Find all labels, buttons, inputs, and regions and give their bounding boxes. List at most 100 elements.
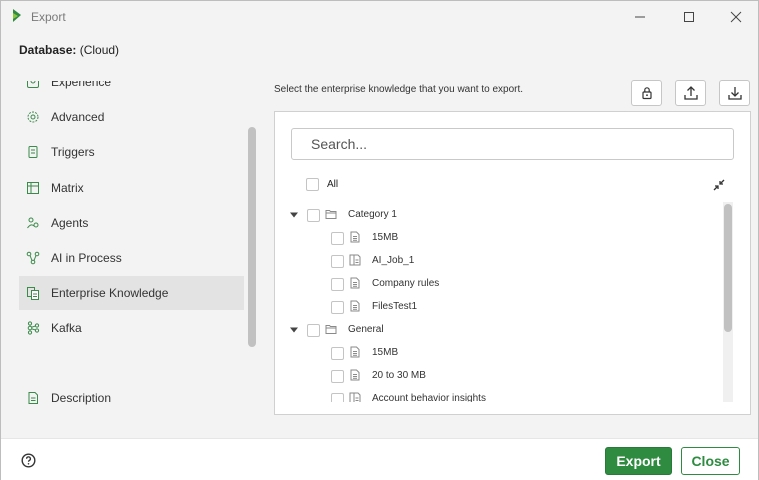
sidebar-item-matrix[interactable]: Matrix: [19, 171, 244, 205]
matrix-icon: [25, 180, 41, 196]
triggers-icon: [25, 144, 41, 160]
download-icon: [727, 87, 742, 100]
sidebar-item-label: Experience: [51, 81, 112, 89]
tree-folder-row[interactable]: General: [275, 319, 715, 341]
tree-checkbox[interactable]: [331, 232, 344, 245]
sidebar-item-ai-in-process[interactable]: AI in Process: [19, 241, 244, 275]
sidebar-item-kafka[interactable]: Kafka: [19, 311, 244, 345]
select-all-row[interactable]: All: [306, 178, 338, 191]
tree-scrollbar[interactable]: [723, 202, 733, 402]
instructions-text: Select the enterprise knowledge that you…: [274, 84, 524, 95]
select-all-label: All: [327, 179, 339, 190]
export-button[interactable]: Export: [605, 447, 672, 475]
sidebar-scrollbar[interactable]: [247, 81, 257, 347]
tree-item-label: FilesTest1: [372, 301, 418, 312]
sidebar-item-label: Kafka: [51, 321, 82, 335]
tree-file-row[interactable]: Account behavior insights: [275, 388, 715, 402]
file-icon: [350, 300, 360, 312]
close-icon: [730, 11, 742, 22]
document-icon: [25, 390, 41, 406]
export-dialog: Export Database: (Cloud) Experience Adva…: [0, 0, 759, 480]
tree-file-row[interactable]: 15MB: [275, 227, 715, 249]
tree-file-row[interactable]: 20 to 30 MB: [275, 365, 715, 387]
tree-checkbox[interactable]: [307, 209, 320, 222]
sidebar-item-experience[interactable]: Experience: [19, 81, 244, 99]
file-icon: [350, 231, 360, 243]
upload-icon: [683, 86, 698, 100]
maximize-icon: [684, 11, 694, 22]
minimize-button[interactable]: [618, 3, 662, 30]
tree-item-label: 15MB: [372, 232, 399, 243]
sidebar-item-label: Enterprise Knowledge: [51, 286, 169, 300]
file-icon: [350, 369, 360, 381]
minimize-icon: [635, 16, 645, 17]
close-button[interactable]: Close: [681, 447, 740, 475]
knowledge-icon: [25, 285, 41, 301]
sidebar-item-label: AI in Process: [51, 251, 122, 265]
lock-button[interactable]: [631, 80, 662, 106]
structured-file-icon: [349, 254, 361, 266]
tree-checkbox[interactable]: [331, 278, 344, 291]
tree-item-label: AI_Job_1: [372, 255, 415, 266]
tree-checkbox[interactable]: [307, 324, 320, 337]
dialog-footer: Export Close: [1, 438, 758, 480]
upload-button[interactable]: [675, 80, 706, 106]
tree-checkbox[interactable]: [331, 393, 344, 402]
sidebar-item-description[interactable]: Description: [19, 382, 244, 414]
tree-item-label: Category 1: [348, 209, 397, 220]
tree-file-row[interactable]: 15MB: [275, 342, 715, 364]
lock-icon: [641, 87, 652, 100]
sidebar-item-triggers[interactable]: Triggers: [19, 135, 244, 169]
caret-down-icon[interactable]: [290, 211, 298, 219]
kafka-icon: [25, 320, 41, 336]
select-all-checkbox[interactable]: [306, 178, 319, 191]
sidebar-scroll-thumb[interactable]: [248, 127, 256, 347]
tree-folder-row[interactable]: Category 1: [275, 204, 715, 226]
tree-item-label: 20 to 30 MB: [372, 370, 426, 381]
database-value: (Cloud): [79, 43, 120, 57]
database-line: Database: (Cloud): [19, 43, 119, 57]
experience-icon: [25, 81, 41, 90]
tree-file-row[interactable]: Company rules: [275, 273, 715, 295]
sidebar-item-label: Advanced: [51, 110, 105, 124]
tree-scroll-thumb[interactable]: [724, 204, 732, 332]
tree-item-label: Company rules: [372, 278, 440, 289]
sidebar-item-label: Agents: [51, 216, 89, 230]
tree-checkbox[interactable]: [331, 347, 344, 360]
caret-down-icon[interactable]: [290, 326, 298, 334]
close-window-button[interactable]: [714, 3, 758, 30]
sidebar-item-label: Description: [51, 391, 112, 405]
tree-checkbox[interactable]: [331, 255, 344, 268]
agents-icon: [25, 215, 41, 231]
app-logo-icon: [13, 9, 21, 22]
file-icon: [350, 277, 360, 289]
sidebar-item-agents[interactable]: Agents: [19, 206, 244, 240]
sidebar-item-enterprise-knowledge[interactable]: Enterprise Knowledge: [19, 276, 244, 310]
structured-file-icon: [349, 392, 361, 402]
sidebar: Experience Advanced Triggers Matrix Agen…: [15, 81, 258, 421]
maximize-button[interactable]: [667, 3, 711, 30]
gear-icon: [25, 109, 41, 125]
sidebar-item-advanced[interactable]: Advanced: [19, 100, 244, 134]
sidebar-item-label: Matrix: [51, 181, 84, 195]
knowledge-tree-panel: All Category 1 15MB AI: [274, 111, 751, 415]
tree-file-row[interactable]: AI_Job_1: [275, 250, 715, 272]
download-button[interactable]: [719, 80, 750, 106]
collapse-all-icon[interactable]: [712, 178, 726, 192]
help-icon[interactable]: [21, 453, 36, 468]
tree-file-row[interactable]: FilesTest1: [275, 296, 715, 318]
tree-checkbox[interactable]: [331, 370, 344, 383]
search-input[interactable]: [291, 128, 734, 160]
tree-item-label: 15MB: [372, 347, 399, 358]
folder-icon: [325, 325, 337, 334]
folder-icon: [325, 210, 337, 219]
tree-view: Category 1 15MB AI_Job_1 Company rules F: [275, 202, 721, 402]
database-label: Database:: [19, 43, 77, 57]
tree-item-label: General: [348, 324, 384, 335]
window-title: Export: [31, 10, 66, 24]
tree-checkbox[interactable]: [331, 301, 344, 314]
title-bar: Export: [1, 1, 758, 32]
sidebar-item-label: Triggers: [51, 145, 95, 159]
file-icon: [350, 346, 360, 358]
tree-item-label: Account behavior insights: [372, 393, 486, 402]
